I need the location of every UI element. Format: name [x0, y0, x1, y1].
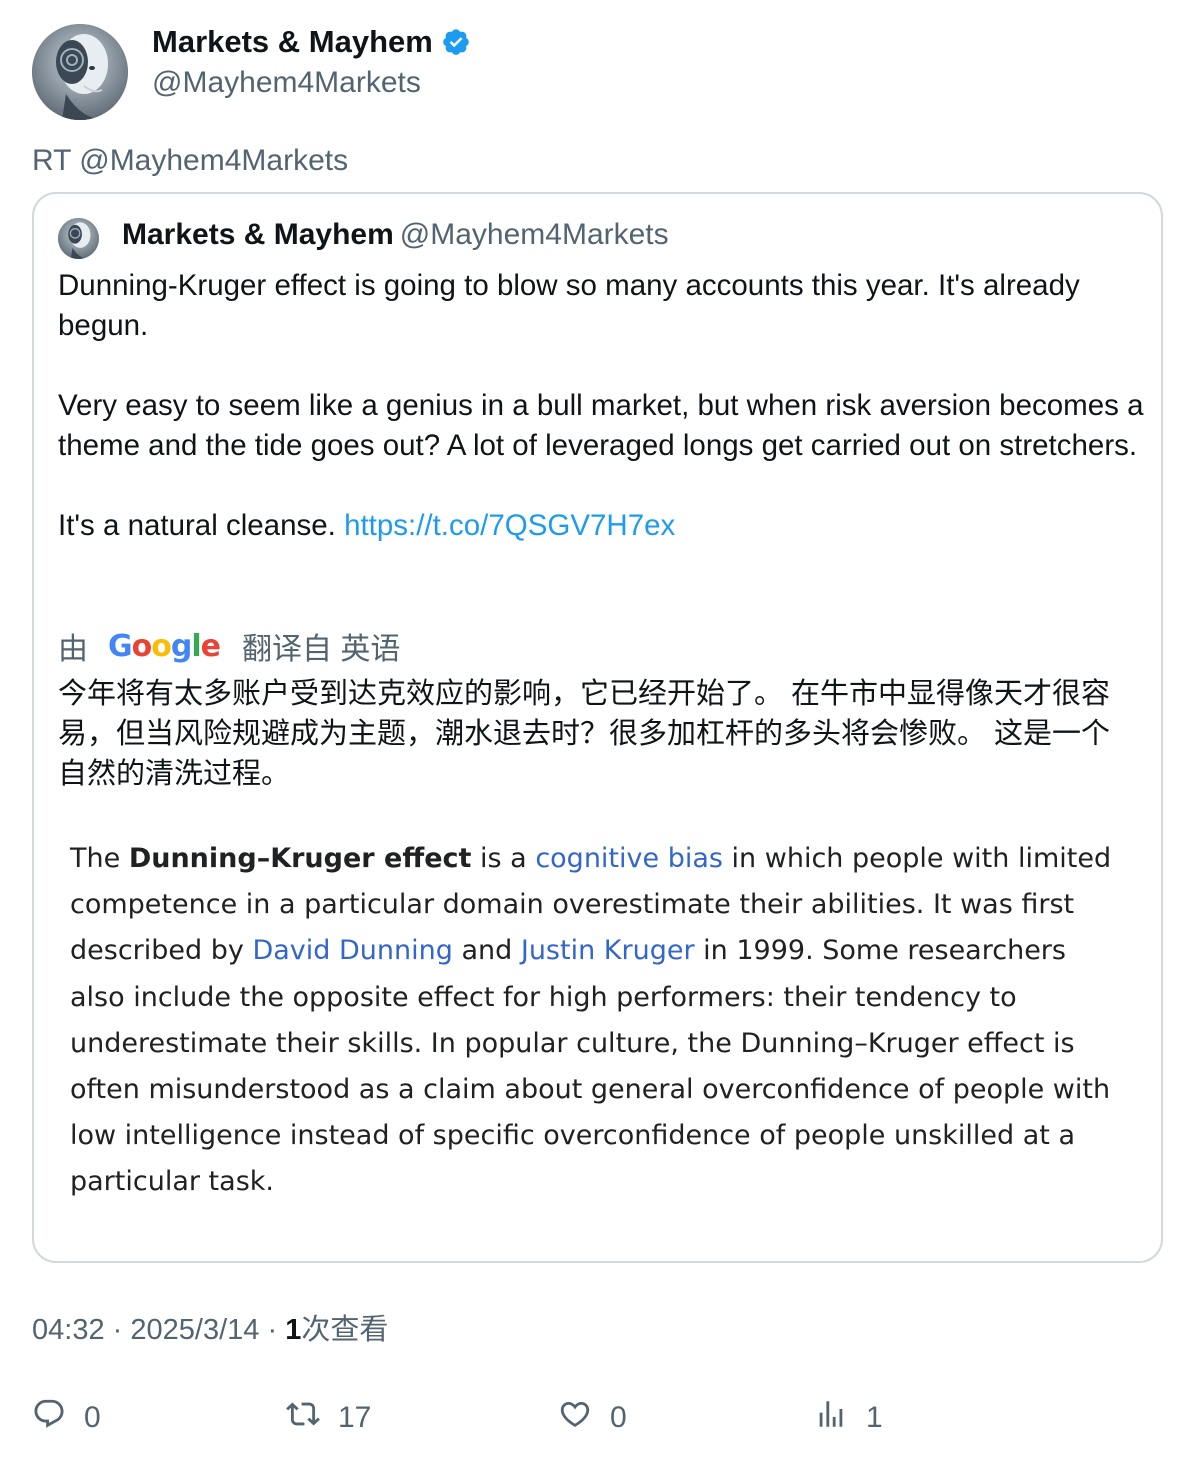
reply-count: 0 — [84, 1401, 101, 1434]
tweet-meta: 04:32 · 2025/3/14 · 1次查看 — [32, 1310, 388, 1350]
like-button[interactable]: 0 — [558, 1396, 627, 1440]
tweet-paragraph: Dunning-Kruger effect is going to blow s… — [58, 269, 1080, 342]
wikipedia-excerpt-text: The Dunning–Kruger effect is a cognitive… — [70, 843, 1112, 1198]
quoted-tweet-text: Dunning-Kruger effect is going to blow s… — [58, 266, 1148, 546]
views-action-count: 1 — [866, 1401, 883, 1434]
author-handle[interactable]: @Mayhem4Markets — [152, 66, 421, 100]
quoted-display-name[interactable]: Markets & Mayhem — [122, 218, 394, 251]
tweet-last-text: It's a natural cleanse. — [58, 509, 336, 542]
excerpt-link-justin-kruger: Justin Kruger — [520, 935, 695, 967]
tweet-paragraph-last: It's a natural cleanse. https://t.co/7QS… — [58, 506, 1148, 546]
google-logo-icon: Google — [108, 628, 221, 664]
analytics-icon — [814, 1397, 848, 1439]
action-bar: 0 17 0 1 — [32, 1396, 1162, 1440]
tweet-header: Markets & Mayhem @Mayhem4Markets — [32, 24, 1162, 120]
meta-separator: · — [267, 1314, 278, 1346]
views-count: 1 — [285, 1314, 302, 1346]
translation-attribution[interactable]: 由 Google 翻译自 英语 — [58, 626, 401, 667]
excerpt-link-cognitive-bias: cognitive bias — [535, 843, 723, 874]
retweet-icon — [286, 1397, 320, 1439]
reply-button[interactable]: 0 — [32, 1396, 101, 1440]
tweet-time[interactable]: 04:32 — [32, 1314, 105, 1346]
translated-by-label: 由 — [58, 633, 88, 666]
heart-icon — [558, 1397, 592, 1439]
tweet-link[interactable]: https://t.co/7QSGV7H7ex — [344, 509, 675, 542]
retweet-button[interactable]: 17 — [286, 1396, 371, 1440]
quoted-author-avatar[interactable] — [58, 218, 99, 259]
quoted-handle[interactable]: @Mayhem4Markets — [400, 218, 669, 251]
author-name-row: Markets & Mayhem — [152, 24, 471, 60]
verified-badge-icon — [441, 27, 471, 57]
translated-text: 今年将有太多账户受到达克效应的影响，它已经开始了。 在牛市中显得像天才很容易，但… — [58, 678, 1111, 790]
author-avatar[interactable] — [32, 24, 128, 120]
views-label: 次查看 — [301, 1314, 389, 1346]
retweet-count: 17 — [338, 1401, 372, 1434]
translated-from-label: 翻译自 英语 — [242, 633, 401, 666]
views-button[interactable]: 1 — [814, 1396, 883, 1440]
retweet-line: RT @Mayhem4Markets — [32, 144, 349, 177]
quoted-tweet-card[interactable]: Markets & Mayhem @Mayhem4Markets Dunning-… — [32, 192, 1163, 1263]
excerpt-link-david-dunning: David Dunning — [252, 935, 453, 967]
quoted-author-line: Markets & Mayhem @Mayhem4Markets — [122, 216, 669, 254]
meta-separator: · — [112, 1314, 123, 1346]
tweet-date[interactable]: 2025/3/14 — [130, 1314, 259, 1346]
like-count: 0 — [610, 1401, 627, 1434]
excerpt-term: Dunning–Kruger effect — [128, 843, 472, 874]
wikipedia-excerpt-image[interactable]: The Dunning–Kruger effect is a cognitive… — [58, 824, 1138, 1222]
tweet-paragraph: Very easy to seem like a genius in a bul… — [58, 389, 1144, 462]
reply-icon — [32, 1397, 66, 1439]
author-display-name[interactable]: Markets & Mayhem — [152, 24, 433, 60]
